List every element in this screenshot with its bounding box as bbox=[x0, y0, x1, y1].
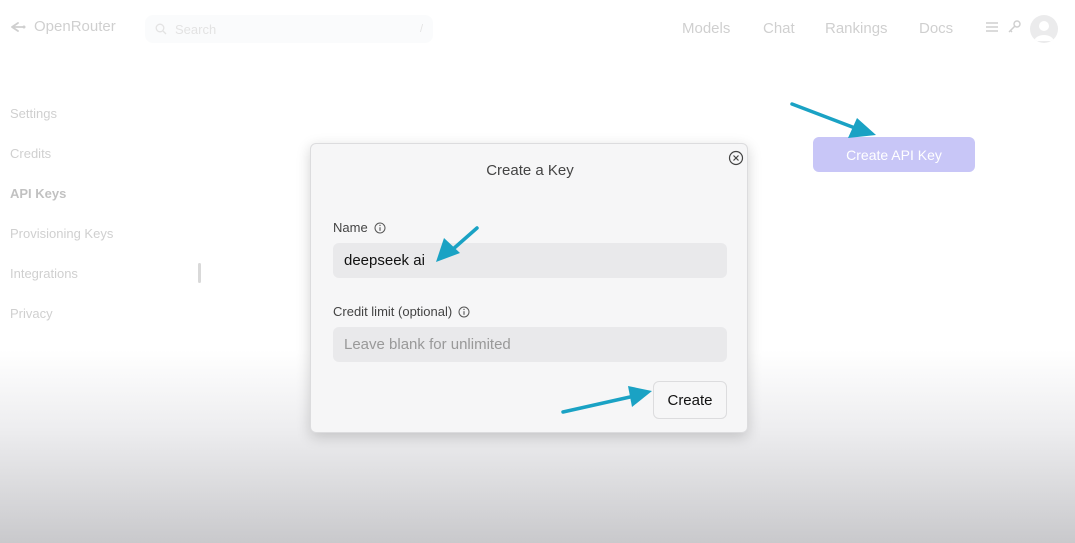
key-icon[interactable] bbox=[1007, 20, 1021, 34]
name-label: Name bbox=[333, 220, 386, 235]
sidebar-item-settings[interactable]: Settings bbox=[10, 106, 57, 121]
brand-name: OpenRouter bbox=[34, 18, 116, 35]
sidebar-item-api-keys[interactable]: API Keys bbox=[10, 186, 66, 201]
search-shortcut: / bbox=[419, 23, 423, 35]
create-api-key-button[interactable]: Create API Key bbox=[813, 137, 975, 172]
info-icon[interactable] bbox=[458, 306, 470, 318]
sidebar-item-privacy[interactable]: Privacy bbox=[10, 306, 53, 321]
nav-rankings[interactable]: Rankings bbox=[825, 20, 888, 37]
menu-icon[interactable] bbox=[985, 20, 999, 34]
credit-limit-input[interactable] bbox=[333, 327, 727, 362]
nav-docs[interactable]: Docs bbox=[919, 20, 953, 37]
top-header: OpenRouter / Models Chat Rankings Docs bbox=[0, 0, 1075, 60]
info-icon[interactable] bbox=[374, 222, 386, 234]
openrouter-logo-icon bbox=[11, 21, 26, 32]
credit-limit-label-text: Credit limit (optional) bbox=[333, 304, 453, 319]
header-icons bbox=[985, 20, 1021, 34]
sidebar-item-integrations[interactable]: Integrations bbox=[10, 266, 78, 281]
user-icon bbox=[1034, 21, 1054, 41]
sidebar-scrollbar[interactable] bbox=[198, 263, 201, 283]
nav-models[interactable]: Models bbox=[682, 20, 730, 37]
close-icon[interactable] bbox=[728, 150, 744, 166]
sidebar-item-credits[interactable]: Credits bbox=[10, 146, 51, 161]
search-input[interactable] bbox=[175, 21, 420, 37]
avatar[interactable] bbox=[1030, 15, 1058, 43]
sidebar-item-provisioning-keys[interactable]: Provisioning Keys bbox=[10, 226, 113, 241]
modal-title: Create a Key bbox=[486, 162, 574, 179]
credit-limit-label: Credit limit (optional) bbox=[333, 304, 470, 319]
nav-chat[interactable]: Chat bbox=[763, 20, 795, 37]
create-button[interactable]: Create bbox=[653, 381, 727, 419]
create-key-modal: Create a Key Name Credit limit (optional… bbox=[310, 143, 748, 433]
search-box[interactable]: / bbox=[145, 15, 433, 43]
brand[interactable]: OpenRouter bbox=[10, 18, 116, 35]
search-icon bbox=[155, 23, 167, 35]
name-label-text: Name bbox=[333, 220, 368, 235]
name-input[interactable] bbox=[333, 243, 727, 278]
